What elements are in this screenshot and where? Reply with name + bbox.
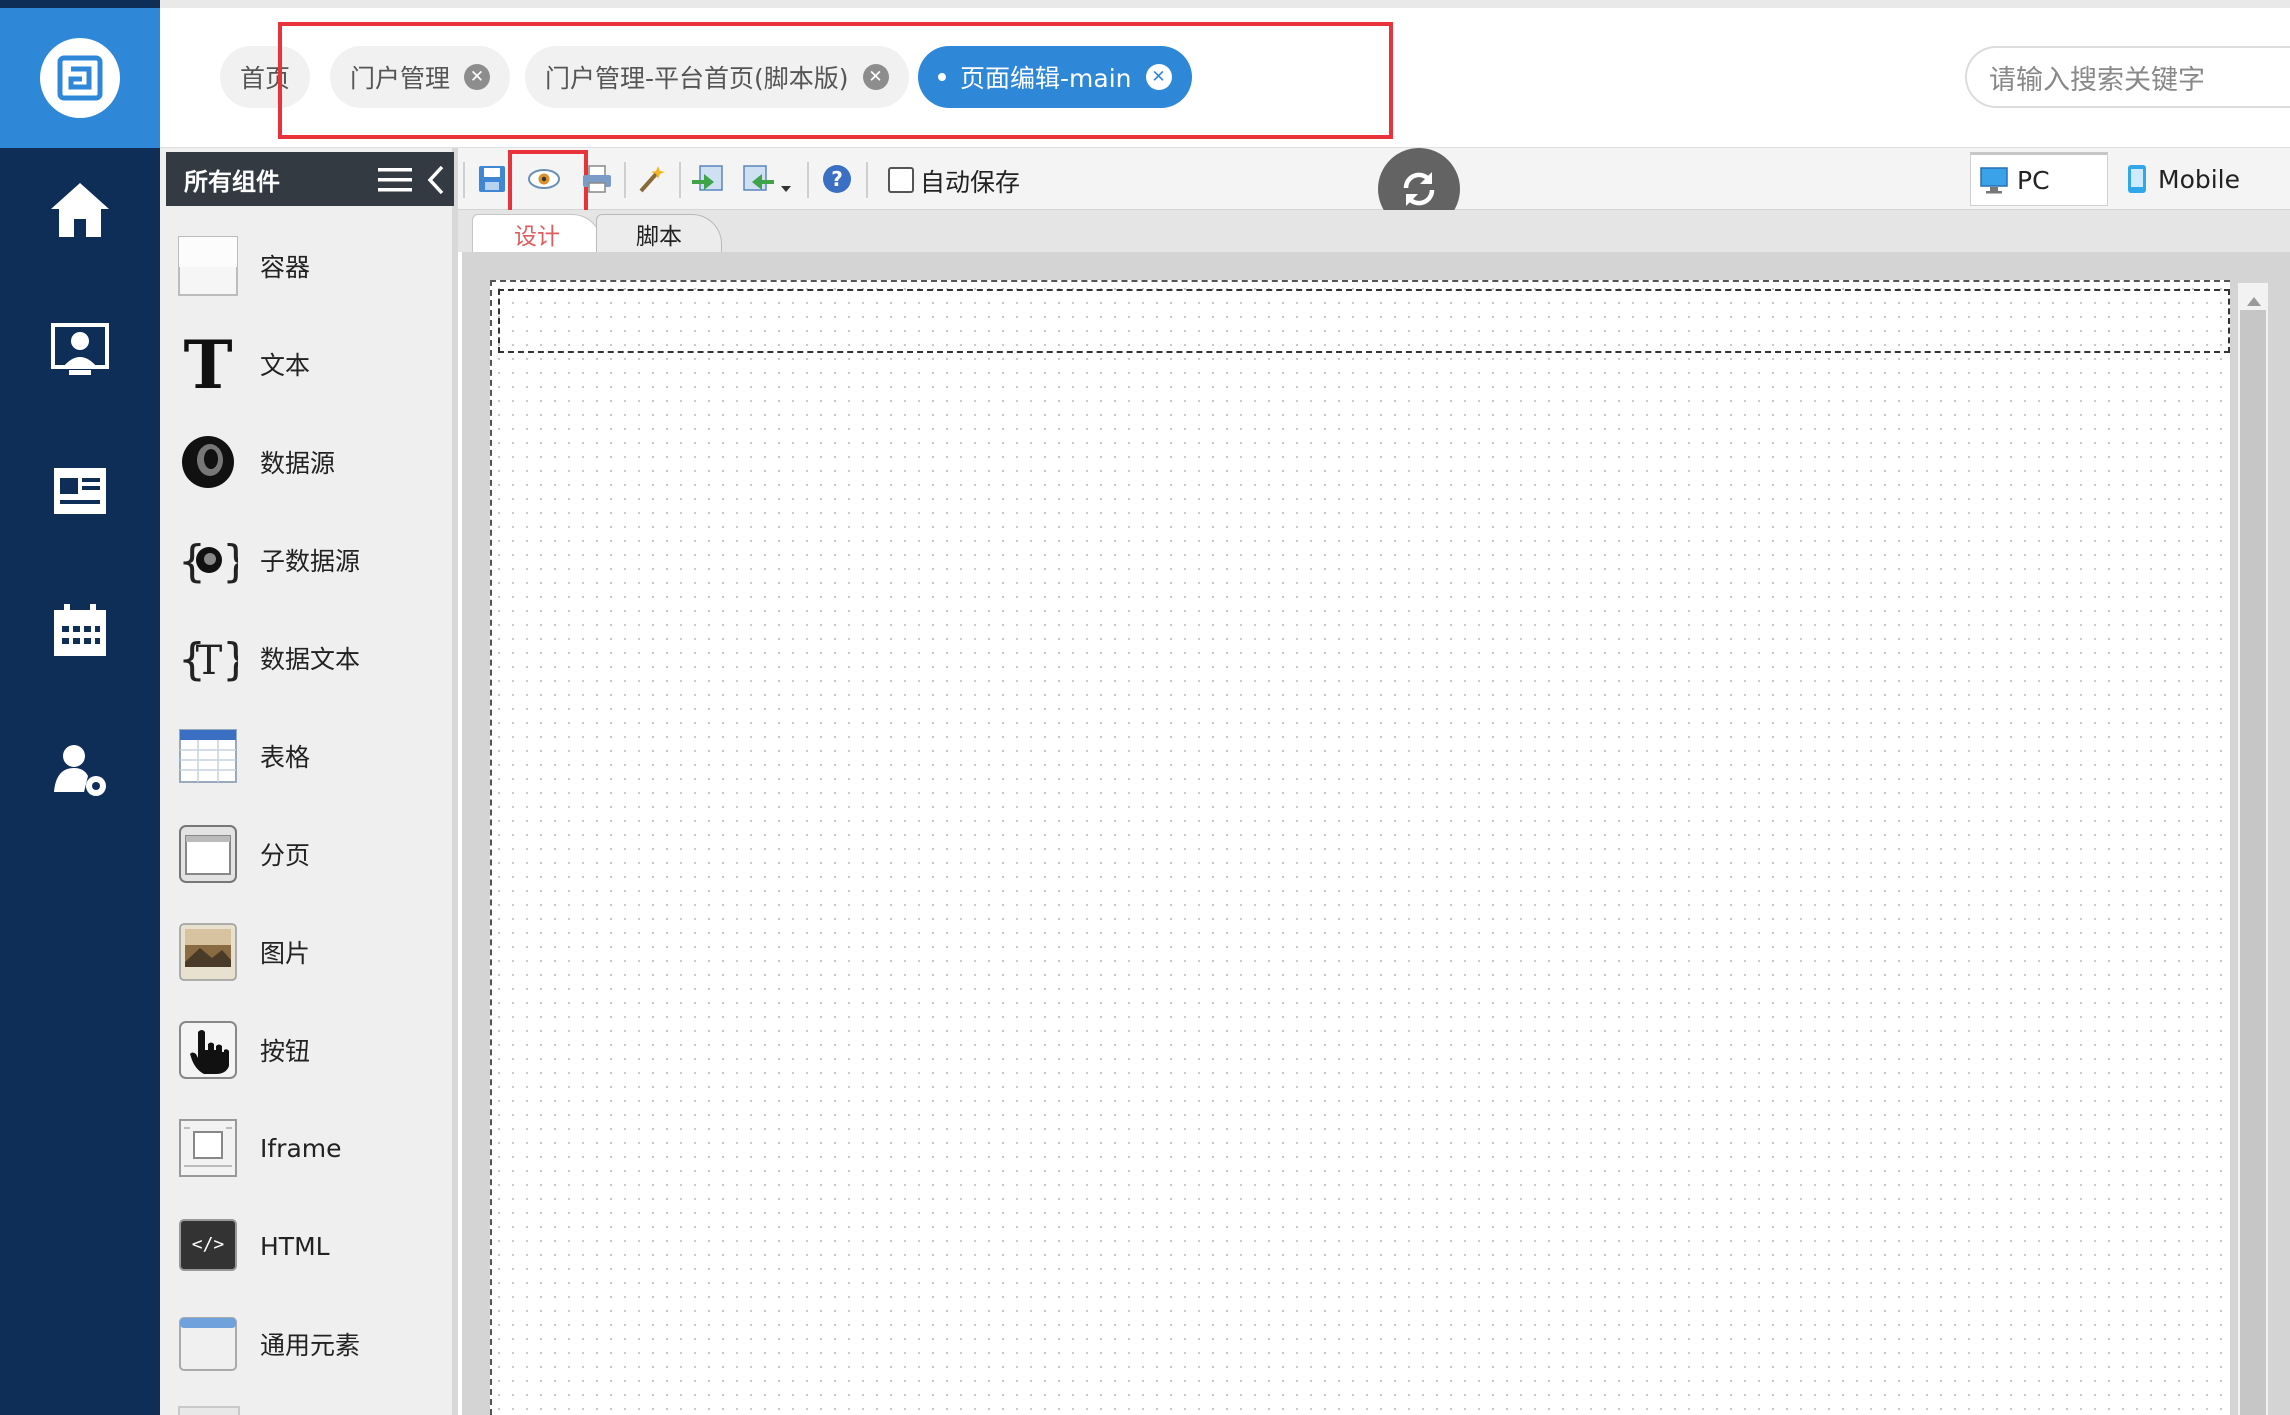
toolbar-separator (463, 162, 465, 198)
component-partial (178, 1406, 240, 1415)
print-icon[interactable] (578, 160, 616, 198)
search-input[interactable]: 请输入搜索关键字 (1965, 46, 2290, 108)
component-iframe[interactable]: Iframe (176, 1114, 446, 1182)
user-monitor-icon (51, 323, 109, 375)
rail-item-home[interactable] (0, 155, 160, 265)
search-placeholder: 请输入搜索关键字 (1989, 64, 2205, 96)
tab-label: 脚本 (636, 223, 682, 250)
tab-label: 设计 (514, 223, 560, 250)
design-tab-bar (458, 210, 2290, 252)
pc-label: PC (2017, 165, 2050, 195)
component-pagination[interactable]: 分页 (176, 820, 446, 888)
sub-datasource-icon: {} (176, 528, 240, 592)
mobile-icon (2128, 165, 2146, 193)
autosave-label: 自动保存 (920, 168, 1021, 197)
container-icon (176, 234, 240, 298)
component-label: HTML (260, 1231, 330, 1261)
component-button[interactable]: 按钮 (176, 1016, 446, 1084)
toolbar-separator (807, 162, 809, 198)
component-label: 容器 (260, 253, 311, 282)
component-html[interactable]: </> HTML (176, 1212, 446, 1280)
button-icon (176, 1018, 240, 1082)
component-label: 按钮 (260, 1037, 311, 1066)
svg-text:}: } (222, 634, 238, 685)
component-datasource[interactable]: 数据源 (176, 428, 446, 496)
scrollbar-thumb[interactable] (2240, 310, 2266, 1415)
component-data-text[interactable]: {}T 数据文本 (176, 624, 446, 692)
home-icon (51, 183, 109, 237)
collapse-chevron-icon[interactable] (426, 164, 446, 200)
component-label: 分页 (260, 841, 311, 870)
tab-design[interactable]: 设计 (472, 214, 602, 252)
panel-title: 所有组件 (184, 167, 280, 196)
component-label: 表格 (260, 743, 311, 772)
autosave-checkbox[interactable] (888, 167, 914, 193)
data-text-icon: {}T (176, 626, 240, 690)
component-text[interactable]: T 文本 (176, 330, 446, 398)
pagination-icon (176, 822, 240, 886)
component-container[interactable]: 容器 (176, 232, 446, 300)
component-image[interactable]: 图片 (176, 918, 446, 986)
html-icon: </> (176, 1214, 240, 1278)
iframe-icon (176, 1116, 240, 1180)
device-mobile-toggle[interactable]: Mobile (2122, 152, 2290, 206)
svg-text:T: T (183, 334, 232, 394)
component-label: 通用元素 (260, 1331, 361, 1360)
table-icon (176, 724, 240, 788)
toolbar-separator (624, 162, 626, 198)
save-icon[interactable] (473, 160, 511, 198)
rail-item-users[interactable] (0, 295, 160, 405)
calendar-icon (54, 604, 106, 656)
image-icon (176, 920, 240, 984)
component-label: 数据文本 (260, 645, 361, 674)
app-logo[interactable] (0, 8, 160, 148)
highlight-box-tabs (278, 22, 1393, 139)
svg-text:}: } (222, 536, 238, 587)
menu-icon[interactable] (378, 166, 412, 198)
mobile-label: Mobile (2158, 164, 2241, 194)
component-sub-datasource[interactable]: {} 子数据源 (176, 526, 446, 594)
design-canvas[interactable] (490, 280, 2230, 1415)
scroll-up-arrow-icon[interactable] (2246, 292, 2262, 311)
news-icon (54, 468, 106, 514)
tab-script[interactable]: 脚本 (596, 214, 722, 252)
text-icon: T (176, 332, 240, 396)
rail-item-calendar[interactable] (0, 575, 160, 685)
canvas-container-block[interactable] (498, 289, 2230, 353)
toolbar-separator (866, 162, 868, 198)
import-icon[interactable] (688, 160, 726, 198)
component-label: 文本 (260, 351, 311, 380)
magic-wand-icon[interactable] (632, 160, 670, 198)
datasource-icon (176, 430, 240, 494)
component-label: Iframe (260, 1133, 342, 1163)
device-pc-toggle[interactable]: PC (1970, 152, 2108, 206)
svg-text:T: T (196, 638, 223, 684)
logo-icon (40, 38, 120, 118)
monitor-icon (1980, 167, 2008, 194)
rail-item-news[interactable] (0, 435, 160, 545)
export-dropdown-chevron-icon[interactable] (780, 178, 792, 197)
rail-item-user-settings[interactable] (0, 715, 160, 825)
refresh-icon (1403, 172, 1435, 206)
svg-text:?: ? (831, 167, 843, 191)
component-label: 数据源 (260, 449, 336, 478)
component-label: 图片 (260, 939, 311, 968)
component-table[interactable]: 表格 (176, 722, 446, 790)
component-generic-element[interactable]: 通用元素 (176, 1310, 446, 1378)
help-icon[interactable]: ? (818, 160, 856, 198)
user-settings-icon (54, 745, 106, 796)
generic-element-icon (176, 1312, 240, 1376)
component-label: 子数据源 (260, 547, 361, 576)
toolbar-separator (679, 162, 681, 198)
svg-text:</>: </> (192, 1234, 225, 1255)
export-icon[interactable] (740, 160, 778, 198)
